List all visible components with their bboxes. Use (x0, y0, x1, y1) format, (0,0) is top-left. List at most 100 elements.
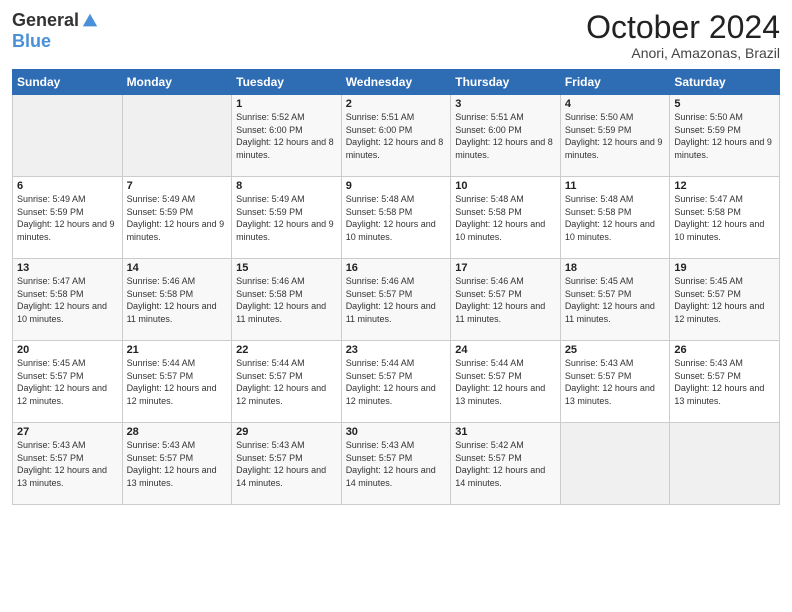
day-number: 7 (127, 180, 228, 192)
day-info: Sunrise: 5:43 AMSunset: 5:57 PMDaylight:… (17, 439, 118, 489)
day-number: 22 (236, 344, 337, 356)
day-number: 30 (346, 426, 447, 438)
day-number: 1 (236, 98, 337, 110)
calendar-cell: 20Sunrise: 5:45 AMSunset: 5:57 PMDayligh… (13, 341, 123, 423)
calendar-cell: 23Sunrise: 5:44 AMSunset: 5:57 PMDayligh… (341, 341, 451, 423)
calendar-cell: 9Sunrise: 5:48 AMSunset: 5:58 PMDaylight… (341, 177, 451, 259)
calendar-cell: 11Sunrise: 5:48 AMSunset: 5:58 PMDayligh… (560, 177, 670, 259)
calendar-cell: 28Sunrise: 5:43 AMSunset: 5:57 PMDayligh… (122, 423, 232, 505)
calendar-cell: 18Sunrise: 5:45 AMSunset: 5:57 PMDayligh… (560, 259, 670, 341)
calendar-cell: 6Sunrise: 5:49 AMSunset: 5:59 PMDaylight… (13, 177, 123, 259)
logo-general: General (12, 10, 79, 31)
calendar-cell: 21Sunrise: 5:44 AMSunset: 5:57 PMDayligh… (122, 341, 232, 423)
weekday-header: Thursday (451, 70, 561, 95)
day-info: Sunrise: 5:51 AMSunset: 6:00 PMDaylight:… (346, 111, 447, 161)
day-info: Sunrise: 5:49 AMSunset: 5:59 PMDaylight:… (127, 193, 228, 243)
day-info: Sunrise: 5:45 AMSunset: 5:57 PMDaylight:… (674, 275, 775, 325)
calendar-subtitle: Anori, Amazonas, Brazil (586, 45, 780, 61)
calendar-cell (560, 423, 670, 505)
title-block: October 2024 Anori, Amazonas, Brazil (586, 10, 780, 61)
logo: General Blue (12, 10, 99, 52)
page-header: General Blue October 2024 Anori, Amazona… (12, 10, 780, 61)
calendar-cell: 26Sunrise: 5:43 AMSunset: 5:57 PMDayligh… (670, 341, 780, 423)
weekday-header: Wednesday (341, 70, 451, 95)
calendar-header-row: SundayMondayTuesdayWednesdayThursdayFrid… (13, 70, 780, 95)
day-info: Sunrise: 5:43 AMSunset: 5:57 PMDaylight:… (346, 439, 447, 489)
day-info: Sunrise: 5:50 AMSunset: 5:59 PMDaylight:… (565, 111, 666, 161)
day-number: 6 (17, 180, 118, 192)
day-info: Sunrise: 5:43 AMSunset: 5:57 PMDaylight:… (127, 439, 228, 489)
calendar-cell (670, 423, 780, 505)
day-number: 19 (674, 262, 775, 274)
calendar-cell: 13Sunrise: 5:47 AMSunset: 5:58 PMDayligh… (13, 259, 123, 341)
weekday-header: Tuesday (232, 70, 342, 95)
day-number: 12 (674, 180, 775, 192)
day-info: Sunrise: 5:45 AMSunset: 5:57 PMDaylight:… (565, 275, 666, 325)
day-info: Sunrise: 5:47 AMSunset: 5:58 PMDaylight:… (17, 275, 118, 325)
day-number: 10 (455, 180, 556, 192)
weekday-header: Saturday (670, 70, 780, 95)
day-info: Sunrise: 5:44 AMSunset: 5:57 PMDaylight:… (127, 357, 228, 407)
day-info: Sunrise: 5:49 AMSunset: 5:59 PMDaylight:… (236, 193, 337, 243)
calendar-cell: 4Sunrise: 5:50 AMSunset: 5:59 PMDaylight… (560, 95, 670, 177)
day-info: Sunrise: 5:44 AMSunset: 5:57 PMDaylight:… (236, 357, 337, 407)
day-info: Sunrise: 5:46 AMSunset: 5:58 PMDaylight:… (127, 275, 228, 325)
calendar-cell (13, 95, 123, 177)
day-number: 17 (455, 262, 556, 274)
day-info: Sunrise: 5:49 AMSunset: 5:59 PMDaylight:… (17, 193, 118, 243)
day-info: Sunrise: 5:46 AMSunset: 5:57 PMDaylight:… (455, 275, 556, 325)
day-info: Sunrise: 5:43 AMSunset: 5:57 PMDaylight:… (565, 357, 666, 407)
calendar-cell: 8Sunrise: 5:49 AMSunset: 5:59 PMDaylight… (232, 177, 342, 259)
day-info: Sunrise: 5:48 AMSunset: 5:58 PMDaylight:… (455, 193, 556, 243)
calendar-cell: 19Sunrise: 5:45 AMSunset: 5:57 PMDayligh… (670, 259, 780, 341)
calendar-cell: 22Sunrise: 5:44 AMSunset: 5:57 PMDayligh… (232, 341, 342, 423)
logo-icon (81, 12, 99, 30)
calendar-cell: 16Sunrise: 5:46 AMSunset: 5:57 PMDayligh… (341, 259, 451, 341)
calendar-cell: 7Sunrise: 5:49 AMSunset: 5:59 PMDaylight… (122, 177, 232, 259)
calendar-table: SundayMondayTuesdayWednesdayThursdayFrid… (12, 69, 780, 505)
calendar-cell: 27Sunrise: 5:43 AMSunset: 5:57 PMDayligh… (13, 423, 123, 505)
day-info: Sunrise: 5:44 AMSunset: 5:57 PMDaylight:… (346, 357, 447, 407)
weekday-header: Sunday (13, 70, 123, 95)
calendar-cell: 17Sunrise: 5:46 AMSunset: 5:57 PMDayligh… (451, 259, 561, 341)
weekday-header: Monday (122, 70, 232, 95)
calendar-week-row: 27Sunrise: 5:43 AMSunset: 5:57 PMDayligh… (13, 423, 780, 505)
day-info: Sunrise: 5:46 AMSunset: 5:57 PMDaylight:… (346, 275, 447, 325)
day-number: 15 (236, 262, 337, 274)
calendar-cell: 1Sunrise: 5:52 AMSunset: 6:00 PMDaylight… (232, 95, 342, 177)
day-number: 14 (127, 262, 228, 274)
day-number: 28 (127, 426, 228, 438)
day-info: Sunrise: 5:44 AMSunset: 5:57 PMDaylight:… (455, 357, 556, 407)
day-number: 26 (674, 344, 775, 356)
calendar-cell (122, 95, 232, 177)
calendar-week-row: 1Sunrise: 5:52 AMSunset: 6:00 PMDaylight… (13, 95, 780, 177)
calendar-cell: 5Sunrise: 5:50 AMSunset: 5:59 PMDaylight… (670, 95, 780, 177)
day-number: 20 (17, 344, 118, 356)
day-number: 31 (455, 426, 556, 438)
calendar-week-row: 13Sunrise: 5:47 AMSunset: 5:58 PMDayligh… (13, 259, 780, 341)
day-number: 13 (17, 262, 118, 274)
day-info: Sunrise: 5:42 AMSunset: 5:57 PMDaylight:… (455, 439, 556, 489)
day-number: 27 (17, 426, 118, 438)
day-number: 9 (346, 180, 447, 192)
calendar-cell: 29Sunrise: 5:43 AMSunset: 5:57 PMDayligh… (232, 423, 342, 505)
day-number: 11 (565, 180, 666, 192)
day-number: 8 (236, 180, 337, 192)
day-number: 16 (346, 262, 447, 274)
day-number: 21 (127, 344, 228, 356)
day-number: 4 (565, 98, 666, 110)
logo-blue: Blue (12, 31, 51, 52)
calendar-title: October 2024 (586, 10, 780, 45)
day-info: Sunrise: 5:45 AMSunset: 5:57 PMDaylight:… (17, 357, 118, 407)
calendar-cell: 25Sunrise: 5:43 AMSunset: 5:57 PMDayligh… (560, 341, 670, 423)
weekday-header: Friday (560, 70, 670, 95)
day-number: 29 (236, 426, 337, 438)
calendar-cell: 31Sunrise: 5:42 AMSunset: 5:57 PMDayligh… (451, 423, 561, 505)
day-info: Sunrise: 5:43 AMSunset: 5:57 PMDaylight:… (236, 439, 337, 489)
day-number: 3 (455, 98, 556, 110)
calendar-body: 1Sunrise: 5:52 AMSunset: 6:00 PMDaylight… (13, 95, 780, 505)
calendar-cell: 2Sunrise: 5:51 AMSunset: 6:00 PMDaylight… (341, 95, 451, 177)
calendar-cell: 24Sunrise: 5:44 AMSunset: 5:57 PMDayligh… (451, 341, 561, 423)
calendar-cell: 14Sunrise: 5:46 AMSunset: 5:58 PMDayligh… (122, 259, 232, 341)
day-info: Sunrise: 5:48 AMSunset: 5:58 PMDaylight:… (565, 193, 666, 243)
